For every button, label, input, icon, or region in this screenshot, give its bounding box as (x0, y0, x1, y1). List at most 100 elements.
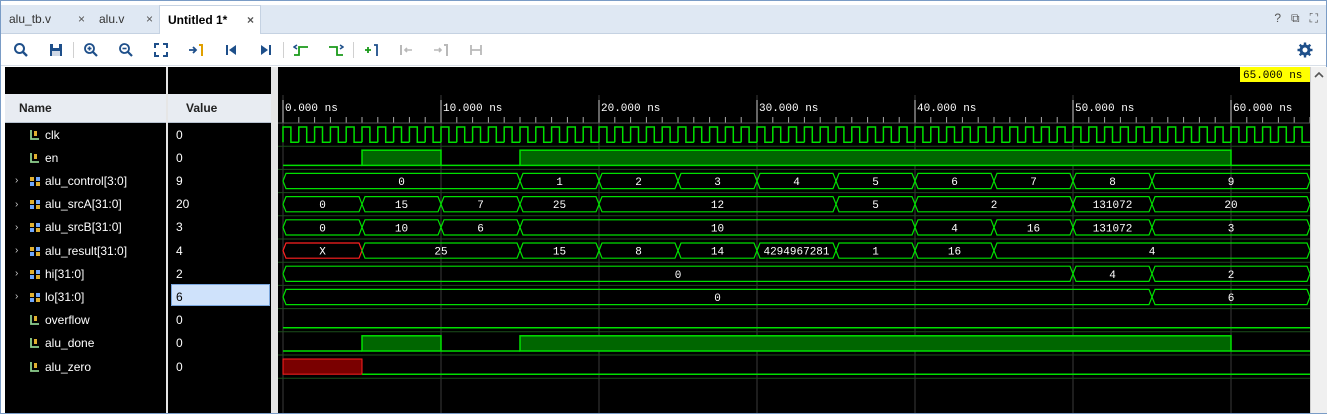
close-icon[interactable]: × (146, 12, 153, 26)
bit-signal-icon (29, 361, 41, 373)
bus-value-label: 10 (395, 223, 408, 235)
bus-value-label: 2 (1228, 270, 1235, 282)
search-icon[interactable] (11, 40, 31, 60)
signal-row[interactable]: clk (5, 123, 166, 146)
tab-alu-tb[interactable]: alu_tb.v × (1, 5, 91, 33)
signal-value-row[interactable]: 0 (168, 123, 271, 146)
next-marker-icon[interactable] (431, 40, 451, 60)
signal-row[interactable]: en (5, 146, 166, 169)
vertical-scrollbar[interactable] (1310, 67, 1327, 413)
help-icon[interactable]: ? (1274, 11, 1281, 26)
signal-row[interactable]: › alu_srcB[31:0] (5, 216, 166, 239)
signal-name: overflow (45, 313, 90, 328)
zoom-out-icon[interactable] (116, 40, 136, 60)
bus-signal-icon (29, 268, 41, 280)
signal-name: alu_control[3:0] (45, 173, 128, 188)
save-icon[interactable] (46, 40, 66, 60)
signal-value-row[interactable]: 0 (168, 309, 271, 332)
signal-row[interactable]: › alu_srcA[31:0] (5, 193, 166, 216)
signal-row[interactable]: overflow (5, 309, 166, 332)
time-label: 30.000 ns (759, 103, 818, 115)
signal-value-row[interactable]: 3 (168, 216, 271, 239)
bit-signal-icon (29, 152, 41, 164)
bus-value-label: 1 (872, 247, 879, 259)
value-column-header[interactable]: Value (168, 94, 271, 123)
time-label: 60.000 ns (1233, 103, 1292, 115)
signal-name: alu_srcA[31:0] (45, 197, 122, 212)
swap-cursors-icon[interactable] (466, 40, 486, 60)
bus-value-label: 14 (711, 247, 725, 259)
go-to-last-time-icon[interactable] (256, 40, 276, 60)
bus-value-label: 15 (553, 247, 566, 259)
zoom-in-icon[interactable] (81, 40, 101, 60)
signal-name: alu_srcB[31:0] (45, 220, 122, 235)
zoom-fit-icon[interactable] (151, 40, 171, 60)
expand-chevron-icon[interactable]: › (15, 222, 18, 233)
add-marker-icon[interactable] (361, 40, 381, 60)
expand-chevron-icon[interactable]: › (15, 199, 18, 210)
bus-value-label: 25 (553, 200, 566, 212)
signal-value: 0 (176, 127, 183, 142)
maximize-icon[interactable]: ⛶ (1310, 11, 1318, 26)
tab-alu[interactable]: alu.v × (91, 5, 159, 33)
bus-value-label: 4 (951, 223, 958, 235)
name-column-header[interactable]: Name (5, 94, 166, 123)
signal-name: alu_result[31:0] (45, 243, 128, 258)
previous-marker-icon[interactable] (396, 40, 416, 60)
bus-signal-icon (29, 291, 41, 303)
expand-chevron-icon[interactable]: › (15, 291, 18, 302)
waveform-svg[interactable]: 0.000 ns 10.000 ns 20.000 ns 30.000 ns 40.00… (278, 67, 1312, 413)
bus-value-label: 2 (635, 177, 642, 189)
signal-value-row[interactable]: 9 (168, 169, 271, 192)
bus-value-label: 4294967281 (763, 247, 829, 259)
signal-row[interactable]: › hi[31:0] (5, 262, 166, 285)
bus-value-label: 4 (793, 177, 800, 189)
expand-chevron-icon[interactable]: › (15, 268, 18, 279)
signal-value-row[interactable]: 0 (168, 146, 271, 169)
signal-value: 6 (176, 289, 183, 304)
waveform-canvas[interactable]: 0.000 ns 10.000 ns 20.000 ns 30.000 ns 40.00… (278, 67, 1312, 413)
settings-icon[interactable] (1295, 40, 1315, 60)
bus-value-label: 4 (1109, 270, 1116, 282)
restore-icon[interactable]: ⧉ (1291, 11, 1300, 26)
bus-signal-icon (29, 245, 41, 257)
signal-value-row[interactable]: 6 (168, 284, 271, 308)
close-icon[interactable]: × (247, 13, 254, 27)
signal-value-row[interactable]: 20 (168, 193, 271, 216)
high-segment (361, 149, 442, 167)
signal-value-row[interactable]: 0 (168, 355, 271, 378)
expand-chevron-icon[interactable]: › (15, 245, 18, 256)
tab-bar: alu_tb.v × alu.v × Untitled 1* × ? ⧉ ⛶ (1, 5, 1326, 34)
bus-value-label: 16 (1027, 223, 1040, 235)
next-transition-icon[interactable] (326, 40, 346, 60)
go-to-cursor-icon[interactable] (186, 40, 206, 60)
high-segment (361, 335, 442, 352)
bus-value-label: 0 (398, 177, 405, 189)
close-icon[interactable]: × (78, 12, 85, 26)
signal-row[interactable]: › alu_control[3:0] (5, 169, 166, 192)
signal-row[interactable]: alu_done (5, 332, 166, 355)
bus-value-label: 2 (991, 200, 998, 212)
bus-value-label: 3 (714, 177, 721, 189)
tab-untitled-1[interactable]: Untitled 1* × (159, 5, 261, 34)
bus-value-label: 9 (1228, 177, 1235, 189)
bus-value-label: 0 (319, 200, 326, 212)
bus-value-label: 1 (556, 177, 563, 189)
bit-signal-icon (29, 314, 41, 326)
scroll-up-icon[interactable] (1311, 67, 1327, 83)
selected-value-highlight (171, 284, 270, 307)
expand-chevron-icon[interactable]: › (15, 175, 18, 186)
signal-row[interactable]: alu_zero (5, 355, 166, 378)
unknown-segment (282, 358, 363, 375)
previous-transition-icon[interactable] (291, 40, 311, 60)
signal-value-panel: Value 0 0 9 20 3 4 2 6 0 0 0 (168, 67, 271, 413)
panel-splitter[interactable] (271, 67, 278, 413)
signal-row[interactable]: › alu_result[31:0] (5, 239, 166, 262)
signal-value: 0 (176, 313, 183, 328)
signal-value-row[interactable]: 2 (168, 262, 271, 285)
cursor-time-label: 65.000 ns (1243, 70, 1302, 82)
signal-value-row[interactable]: 4 (168, 239, 271, 262)
signal-row[interactable]: › lo[31:0] (5, 285, 166, 308)
signal-value-row[interactable]: 0 (168, 332, 271, 355)
go-to-time-zero-icon[interactable] (221, 40, 241, 60)
